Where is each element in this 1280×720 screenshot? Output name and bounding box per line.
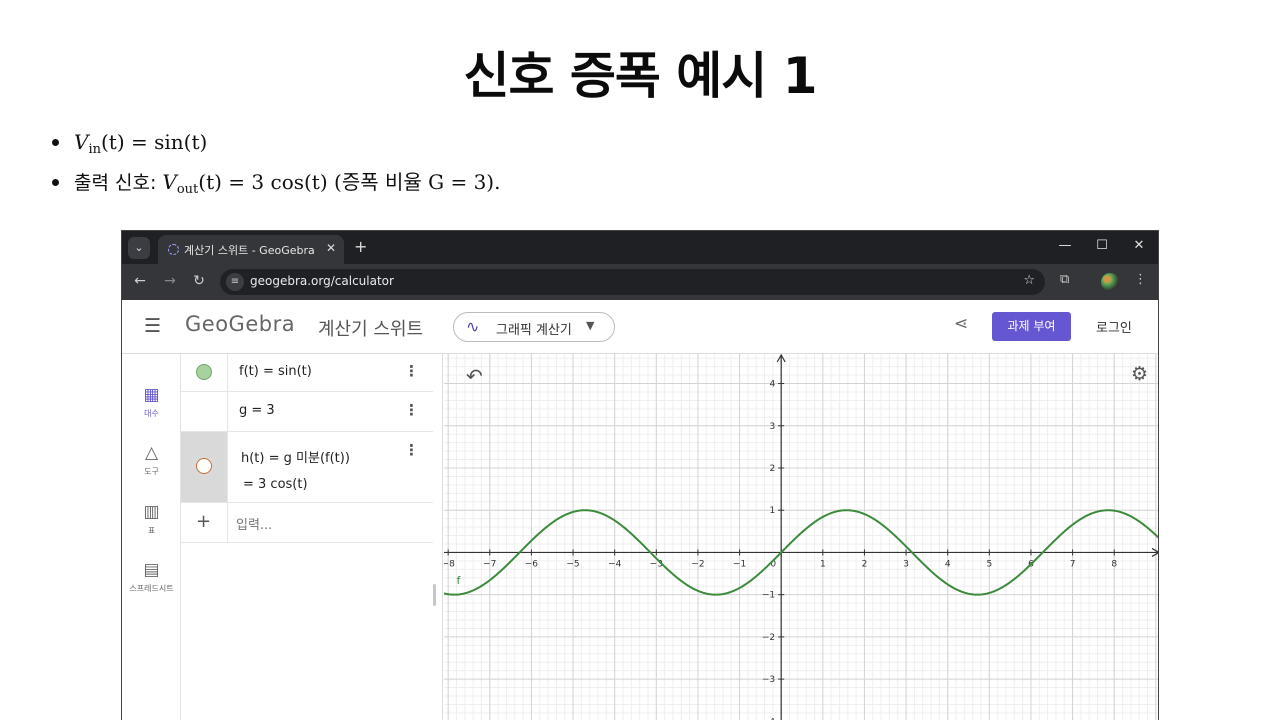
tab-title: 계산기 스위트 - GeoGebra: [184, 244, 315, 257]
marker-cell: [181, 354, 228, 391]
x-tick-label: 3: [903, 559, 909, 569]
graphing-icon: ∿: [466, 317, 480, 336]
tab-search-icon[interactable]: ⌄: [128, 237, 150, 259]
close-icon[interactable]: ✕: [326, 241, 336, 255]
bullet-output-signal: 출력 신호: Vout(t) = 3 cos(t) (증폭 비율 G = 3).: [50, 166, 500, 206]
minimize-icon[interactable]: —: [1055, 238, 1075, 253]
plus-icon[interactable]: +: [354, 237, 367, 256]
algebra-view: f(t) = sin(t) ⋮ g = 3 ⋮ h(t) = g 미분(f(t)…: [181, 354, 443, 720]
tools-icon: △: [144, 443, 159, 463]
plus-icon[interactable]: +: [196, 511, 211, 532]
more-vert-icon[interactable]: ⋮: [1134, 272, 1147, 287]
sidebar-item-algebra[interactable]: ▦ 대수: [122, 385, 181, 419]
gear-icon[interactable]: ⚙: [1131, 363, 1148, 385]
algebra-expression[interactable]: g = 3: [239, 403, 275, 418]
suite-title: 계산기 스위트: [318, 319, 424, 340]
address-bar[interactable]: ≡ geogebra.org/calculator ☆: [220, 269, 1045, 295]
share-icon[interactable]: ⋖: [954, 314, 968, 334]
x-tick-label: −6: [525, 559, 539, 569]
app-picker[interactable]: ∿ 그래픽 계산기 ▼: [453, 312, 615, 342]
y-tick-label: 4: [769, 380, 775, 390]
math-vout: Vout(t) = 3 cos(t): [162, 170, 328, 197]
star-icon[interactable]: ☆: [1023, 273, 1035, 288]
sidebar-item-tools[interactable]: △ 도구: [122, 443, 181, 477]
y-tick-label: −2: [762, 633, 775, 643]
y-tick-label: −3: [762, 675, 775, 685]
y-tick-label: 1: [769, 506, 775, 516]
x-tick-label: 1: [820, 559, 826, 569]
spreadsheet-icon: ▤: [143, 560, 160, 580]
geogebra-favicon-icon: [168, 244, 179, 255]
geogebra-logo[interactable]: GeoGebra: [185, 312, 295, 336]
curve-label: f: [456, 574, 461, 587]
algebra-input-row[interactable]: + 입력...: [181, 503, 433, 543]
input-placeholder[interactable]: 입력...: [236, 514, 272, 533]
x-tick-label: 8: [1111, 559, 1117, 569]
geogebra-header: ☰ GeoGebra 계산기 스위트 ∿ 그래픽 계산기 ▼ ⋖ 과제 부여 로…: [122, 300, 1158, 354]
x-tick-label: −5: [566, 559, 579, 569]
y-tick-label: 2: [769, 464, 775, 474]
more-vert-icon[interactable]: ⋮: [404, 362, 419, 380]
y-tick-label: −1: [762, 591, 775, 601]
x-tick-label: −1: [733, 559, 746, 569]
maximize-icon[interactable]: ☐: [1092, 238, 1112, 253]
browser-toolbar: ← → ↻ ≡ geogebra.org/calculator ☆ ⧉ ⋮: [122, 264, 1158, 300]
algebra-row-h[interactable]: h(t) = g 미분(f(t)) = 3 cos(t) ⋮: [181, 432, 433, 503]
marker-cell: [181, 392, 228, 431]
more-vert-icon[interactable]: ⋮: [404, 441, 419, 459]
calculator-icon: ▦: [143, 385, 160, 405]
visibility-toggle[interactable]: [196, 364, 212, 380]
forward-icon[interactable]: →: [161, 273, 179, 289]
app-picker-label: 그래픽 계산기: [496, 323, 572, 338]
x-tick-label: −4: [608, 559, 622, 569]
x-tick-label: −3: [650, 559, 663, 569]
profile-avatar[interactable]: [1101, 273, 1119, 291]
url-text[interactable]: geogebra.org/calculator: [250, 274, 394, 288]
window-close-icon[interactable]: ✕: [1129, 238, 1149, 253]
sidebar-item-table[interactable]: ▥ 표: [122, 502, 181, 536]
x-tick-label: −7: [483, 559, 496, 569]
back-icon[interactable]: ←: [131, 273, 149, 289]
algebra-expression[interactable]: h(t) = g 미분(f(t)): [241, 447, 350, 466]
more-vert-icon[interactable]: ⋮: [404, 401, 419, 419]
bullet-suffix: (증폭 비율 G = 3).: [327, 170, 501, 194]
x-tick-label: 2: [862, 559, 868, 569]
reload-icon[interactable]: ↻: [190, 273, 208, 289]
scrollbar[interactable]: [433, 584, 436, 606]
table-icon: ▥: [143, 502, 160, 522]
bullet-input-signal: Vin(t) = sin(t): [50, 126, 500, 166]
undo-icon[interactable]: ↶: [466, 364, 483, 388]
browser-tab[interactable]: 계산기 스위트 - GeoGebra ✕: [158, 235, 344, 264]
extensions-icon[interactable]: ⧉: [1060, 272, 1069, 287]
chevron-down-icon: ▼: [586, 319, 595, 332]
login-link[interactable]: 로그인: [1096, 317, 1132, 336]
graphics-view[interactable]: −8−7−6−5−4−3−2−1012345678−4−3−2−11234f ↶…: [442, 353, 1159, 720]
bullet-prefix: 출력 신호:: [74, 172, 163, 194]
marker-cell: [181, 432, 228, 502]
x-tick-label: 5: [986, 559, 992, 569]
assign-button[interactable]: 과제 부여: [992, 312, 1071, 341]
site-info-icon[interactable]: ≡: [226, 273, 244, 291]
menu-icon[interactable]: ☰: [144, 315, 161, 337]
visibility-toggle[interactable]: [196, 458, 212, 474]
browser-window: ⌄ 계산기 스위트 - GeoGebra ✕ + — ☐ ✕ ← → ↻ ≡ g…: [121, 230, 1159, 720]
y-tick-label: 3: [769, 422, 775, 432]
graph-canvas[interactable]: −8−7−6−5−4−3−2−1012345678−4−3−2−11234f: [442, 353, 1159, 720]
bullet-list: Vin(t) = sin(t) 출력 신호: Vout(t) = 3 cos(t…: [50, 126, 500, 206]
math-vin: Vin(t) = sin(t): [74, 130, 208, 157]
x-tick-label: 7: [1070, 559, 1076, 569]
algebra-expression[interactable]: f(t) = sin(t): [239, 364, 312, 379]
x-tick-label: −8: [444, 559, 455, 569]
sidebar-item-spreadsheet[interactable]: ▤ 스프레드시트: [122, 560, 181, 594]
x-tick-label: 4: [945, 559, 951, 569]
marker-cell: +: [181, 503, 228, 542]
algebra-row-g[interactable]: g = 3 ⋮: [181, 392, 433, 432]
algebra-row-f[interactable]: f(t) = sin(t) ⋮: [181, 354, 433, 392]
x-tick-label: −2: [691, 559, 704, 569]
tab-bar: ⌄ 계산기 스위트 - GeoGebra ✕ + — ☐ ✕: [122, 231, 1158, 264]
slide-title: 신호 증폭 예시 1: [463, 47, 817, 105]
algebra-result: = 3 cos(t): [243, 477, 308, 492]
perspective-sidebar: ▦ 대수 △ 도구 ▥ 표 ▤ 스프레드시트: [122, 354, 181, 720]
